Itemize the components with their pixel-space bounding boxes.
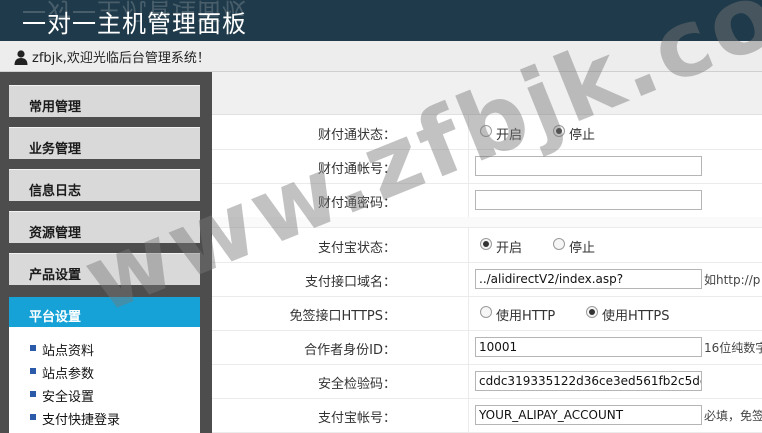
- field-label: 财付通帐号：: [317, 162, 396, 177]
- field-label: 支付宝状态：: [317, 241, 396, 256]
- field-hint: 必填，免签: [704, 409, 762, 423]
- row-partner-id: 合作者身份ID： 10001 16位纯数字: [212, 330, 762, 365]
- welcome-bar: zfbjk,欢迎光临后台管理系统！: [0, 41, 762, 72]
- row-tenpay-password: 财付通密码：: [212, 183, 762, 218]
- field-label: 支付接口域名：: [304, 275, 396, 290]
- radio-label: 使用HTTP: [496, 309, 556, 324]
- menu-platform-active[interactable]: 平台设置: [9, 297, 200, 327]
- menu-product[interactable]: 产品设置: [9, 253, 200, 285]
- row-alipay-domain: 支付接口域名： ../alidirectV2/index.asp? 如http:…: [212, 262, 762, 297]
- menu-business[interactable]: 业务管理: [9, 127, 200, 159]
- submenu-site-info[interactable]: 站点资料: [9, 337, 200, 359]
- user-icon: [14, 50, 28, 65]
- submenu-security[interactable]: 安全设置: [9, 383, 200, 405]
- menu-label: 业务管理: [29, 142, 82, 157]
- row-tenpay-account: 财付通帐号：: [212, 149, 762, 184]
- alipay-on-radio[interactable]: [480, 238, 492, 250]
- tenpay-password-input[interactable]: [475, 190, 702, 210]
- square-bullet-icon: [30, 368, 36, 374]
- use-http-radio[interactable]: [480, 306, 492, 318]
- submenu-label: 支付快捷登录: [42, 413, 121, 428]
- field-label: 合作者身份ID：: [304, 343, 396, 358]
- field-label: 支付宝帐号：: [317, 411, 396, 426]
- field-label: 财付通状态：: [317, 128, 396, 143]
- menu-label: 资源管理: [29, 226, 82, 241]
- row-alipay-account: 支付宝帐号： YOUR_ALIPAY_ACCOUNT 必填，免签: [212, 398, 762, 433]
- alipay-domain-input[interactable]: ../alidirectV2/index.asp?: [475, 269, 702, 289]
- tenpay-on-radio[interactable]: [480, 125, 492, 137]
- radio-label: 停止: [569, 128, 596, 143]
- submenu-label: 站点参数: [42, 367, 95, 382]
- radio-label: 使用HTTPS: [602, 309, 670, 324]
- row-https: 免签接口HTTPS： 使用HTTP 使用HTTPS: [212, 296, 762, 331]
- alipay-off-radio[interactable]: [553, 238, 565, 250]
- partner-id-input[interactable]: 10001: [475, 337, 702, 357]
- radio-label: 停止: [569, 241, 596, 256]
- field-hint: 如http://p: [704, 273, 761, 287]
- square-bullet-icon: [30, 414, 36, 420]
- radio-label: 开启: [496, 128, 523, 143]
- radio-label: 开启: [496, 241, 523, 256]
- submenu-site-params[interactable]: 站点参数: [9, 360, 200, 382]
- app-header: 一对一主机管理面板 一对一主机管理面板: [0, 0, 762, 41]
- row-tenpay-status: 财付通状态： 开启 停止: [212, 115, 762, 150]
- sidebar: 常用管理 业务管理 信息日志 资源管理 产品设置 平台设置 站点资料 站点参数 …: [0, 72, 212, 433]
- settings-form: 财付通状态： 开启 停止 财付通帐号： 财付通密码： 支付宝状态： 开启 停止 …: [212, 72, 762, 433]
- submenu-label: 安全设置: [42, 390, 95, 405]
- menu-log[interactable]: 信息日志: [9, 169, 200, 201]
- security-code-input[interactable]: cddc319335122d36ce3ed561fb2c5de: [475, 371, 702, 391]
- field-label: 免签接口HTTPS：: [289, 309, 396, 324]
- menu-resource[interactable]: 资源管理: [9, 211, 200, 243]
- field-label: 财付通密码：: [317, 196, 396, 211]
- menu-label: 产品设置: [29, 268, 82, 283]
- submenu-label: 站点资料: [42, 344, 95, 359]
- alipay-account-input[interactable]: YOUR_ALIPAY_ACCOUNT: [475, 405, 702, 425]
- welcome-text: zfbjk,欢迎光临后台管理系统！: [32, 51, 210, 66]
- tenpay-account-input[interactable]: [475, 156, 702, 176]
- square-bullet-icon: [30, 391, 36, 397]
- submenu-quick-login[interactable]: 支付快捷登录: [9, 406, 200, 428]
- submenu: 站点资料 站点参数 安全设置 支付快捷登录: [9, 327, 200, 433]
- menu-common[interactable]: 常用管理: [9, 85, 200, 117]
- app-title-reflection: 一对一主机管理面板: [22, 0, 247, 25]
- menu-label: 平台设置: [29, 310, 82, 325]
- row-spacer: [212, 217, 762, 228]
- square-bullet-icon: [30, 345, 36, 351]
- field-label: 安全检验码：: [317, 377, 396, 392]
- row-alipay-status: 支付宝状态： 开启 停止: [212, 228, 762, 263]
- form-top-strip: [212, 72, 762, 115]
- use-https-radio[interactable]: [586, 306, 598, 318]
- menu-label: 信息日志: [29, 184, 82, 199]
- field-hint: 16位纯数字: [704, 341, 762, 355]
- menu-label: 常用管理: [29, 100, 82, 115]
- tenpay-off-radio[interactable]: [553, 125, 565, 137]
- row-security-code: 安全检验码： cddc319335122d36ce3ed561fb2c5de: [212, 364, 762, 399]
